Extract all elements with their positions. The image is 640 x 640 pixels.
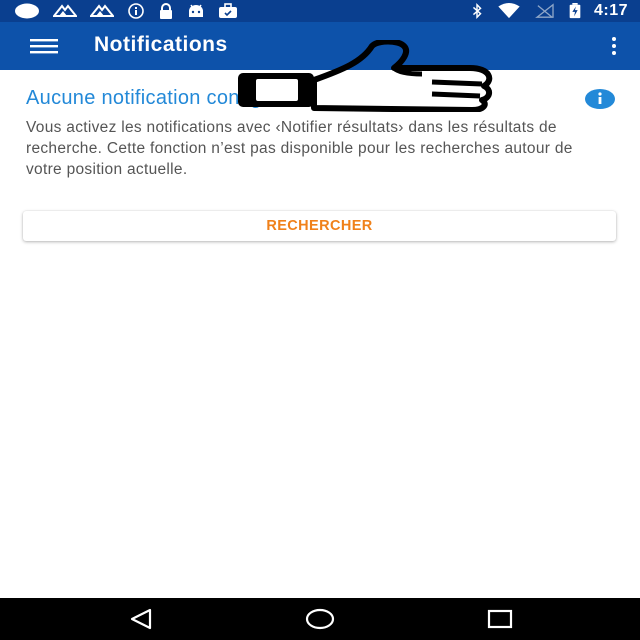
bluetooth-icon bbox=[470, 3, 484, 19]
no-signal-icon bbox=[534, 3, 556, 19]
circle-icon bbox=[14, 3, 40, 19]
android-icon bbox=[187, 3, 205, 19]
status-left-icons bbox=[14, 2, 238, 20]
status-right-icons: 4:17 bbox=[470, 1, 628, 21]
nav-bar bbox=[0, 598, 640, 640]
empty-state-description: Vous activez les notifications avec ‹Not… bbox=[26, 119, 573, 178]
page-title: Notifications bbox=[94, 33, 228, 56]
search-button[interactable]: RECHERCHER bbox=[23, 211, 616, 241]
info-icon[interactable] bbox=[585, 88, 615, 110]
app-bar: Notifications bbox=[0, 22, 640, 70]
wifi-icon bbox=[496, 3, 522, 19]
status-time: 4:17 bbox=[593, 2, 628, 19]
info-icon bbox=[127, 3, 145, 19]
battery-charging-icon bbox=[568, 3, 582, 19]
briefcase-icon bbox=[218, 3, 238, 19]
lock-icon bbox=[158, 3, 174, 19]
empty-state-title: Aucune notification configurée bbox=[26, 87, 303, 109]
home-icon[interactable] bbox=[305, 608, 335, 630]
recents-icon[interactable] bbox=[487, 608, 513, 630]
more-vert-icon[interactable] bbox=[608, 34, 620, 58]
signal-icon bbox=[90, 3, 114, 19]
menu-icon[interactable] bbox=[28, 34, 60, 58]
status-bar: 4:17 bbox=[0, 0, 640, 22]
signal-icon bbox=[53, 3, 77, 19]
back-icon[interactable] bbox=[128, 608, 154, 630]
